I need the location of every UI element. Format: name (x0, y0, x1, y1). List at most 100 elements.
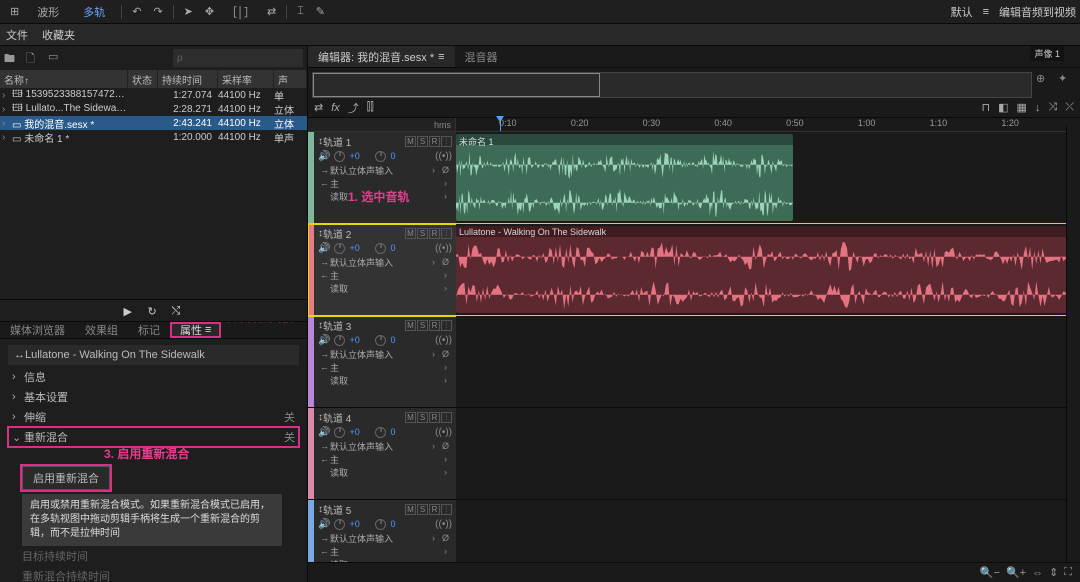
ripple-icon[interactable]: ↓ (1035, 102, 1041, 114)
zoom-out-icon[interactable]: 🔍− (980, 566, 1000, 579)
audio-clip[interactable]: Lullatone - Walking On The Sidewalk (456, 226, 1080, 313)
grid-icon[interactable]: ▦ (1016, 101, 1026, 114)
file-row[interactable]: ›▭ 我的混音.sesx *2:43.24144100 Hz立体 (0, 116, 307, 130)
chevron-icon[interactable]: › (444, 362, 452, 372)
tab-markers[interactable]: 标记 (128, 322, 170, 338)
overview-zoom-icon[interactable]: ⊕ (1036, 72, 1054, 90)
output-select[interactable]: 主 (330, 361, 442, 374)
mode-multitrack[interactable]: 多轨 (71, 2, 117, 22)
track-header[interactable]: ↕ 轨道 5MSR⫶ 🔊+00((•)) →默认立体声输入›Ø ←主› 读取› (314, 500, 456, 562)
zoom-sel-icon[interactable]: ⇕ (1049, 566, 1058, 579)
automation-mode[interactable]: 读取 (330, 558, 442, 563)
track-header[interactable]: ↕ 轨道 2MSR⫶ 🔊+00((•)) →默认立体声输入›Ø ←主› 读取› … (314, 224, 456, 315)
pan-value[interactable]: 0 (390, 243, 412, 253)
redo-icon[interactable]: ↷ (147, 3, 168, 20)
undo-icon[interactable]: ↶ (126, 3, 147, 20)
mute-button[interactable]: M (405, 228, 416, 239)
chevron-icon[interactable]: › (444, 375, 452, 385)
zoom-fit-icon[interactable]: ⇔ (1032, 567, 1043, 579)
folder-icon[interactable]: 🖿 (4, 50, 20, 66)
input-monitor-button[interactable]: ⫶ (441, 136, 452, 147)
new-icon[interactable]: 🗋 (26, 50, 42, 66)
time-ruler[interactable]: 0:100:200:300:400:501:001:101:20 (456, 118, 1080, 131)
mono-icon[interactable]: Ø (442, 533, 452, 543)
input-select[interactable]: 默认立体声输入 (330, 348, 430, 361)
track-header[interactable]: ↕ 轨道 4MSR⫶ 🔊+00((•)) →默认立体声输入›Ø ←主› 读取› (314, 408, 456, 499)
volume-value[interactable]: +0 (349, 151, 371, 161)
crossfade-icon[interactable]: ⤬ (1065, 101, 1074, 114)
track-name[interactable]: 轨道 2 (323, 226, 405, 241)
record-button[interactable]: R (429, 412, 440, 423)
volume-value[interactable]: +0 (349, 243, 371, 253)
track-name[interactable]: 轨道 4 (323, 410, 405, 425)
brush-icon[interactable]: ✎ (310, 3, 331, 20)
record-button[interactable]: R (429, 320, 440, 331)
input-monitor-button[interactable]: ⫶ (441, 504, 452, 515)
play-icon[interactable]: ▶ (124, 305, 136, 317)
send-icon[interactable]: ⤴ (348, 100, 359, 116)
volume-knob[interactable] (334, 427, 345, 438)
workspace-default[interactable]: 默认 (951, 4, 973, 20)
pan-knob[interactable] (375, 243, 386, 254)
eq-icon[interactable]: ⫿⫿ (367, 101, 374, 114)
move-icon[interactable]: ✥ (199, 3, 220, 20)
pan-value[interactable]: 0 (390, 519, 412, 529)
solo-button[interactable]: S (417, 504, 428, 515)
text-icon[interactable]: ⌶ (291, 3, 310, 20)
cursor-icon[interactable]: ➤ (178, 3, 199, 20)
automation-mode[interactable]: 读取 (330, 466, 442, 479)
volume-value[interactable]: +0 (349, 335, 371, 345)
input-select[interactable]: 默认立体声输入 (330, 532, 430, 545)
file-header[interactable]: 名称↑ 状态 持续时间 采样率 声 (0, 70, 307, 88)
enable-remix-button[interactable]: 启用重新混合 (22, 466, 110, 490)
audio-clip[interactable]: 未命名 1 (456, 134, 793, 221)
mono-icon[interactable]: Ø (442, 165, 452, 175)
razor-icon[interactable]: ［│］ (220, 2, 261, 22)
section-basic[interactable]: ›基本设置 (8, 387, 299, 407)
editor-tab-mixer[interactable]: 混音器 (455, 46, 508, 67)
input-select[interactable]: 默认立体声输入 (330, 440, 430, 453)
chevron-icon[interactable]: › (444, 467, 452, 477)
volume-value[interactable]: +0 (349, 519, 371, 529)
record-button[interactable]: R (429, 504, 440, 515)
chevron-icon[interactable]: › (444, 178, 452, 188)
track[interactable]: ↕ 轨道 1MSR⫶ 🔊+00((•)) →默认立体声输入›Ø ←主› 读取› … (308, 132, 1080, 224)
section-remix[interactable]: ⌄重新混合关 (8, 427, 299, 447)
track[interactable]: ↕ 轨道 4MSR⫶ 🔊+00((•)) →默认立体声输入›Ø ←主› 读取› (308, 408, 1080, 500)
pan-knob[interactable] (375, 427, 386, 438)
snap-icon[interactable]: ◧ (998, 101, 1008, 114)
track[interactable]: ↕ 轨道 2MSR⫶ 🔊+00((•)) →默认立体声输入›Ø ←主› 读取› … (308, 224, 1080, 316)
solo-button[interactable]: S (417, 412, 428, 423)
mono-icon[interactable]: Ø (442, 441, 452, 451)
zoom-all-icon[interactable]: ⛶ (1064, 566, 1072, 579)
track-content[interactable]: 未命名 1 (456, 132, 1080, 223)
col-samplerate[interactable]: 采样率 (218, 70, 274, 88)
input-select[interactable]: 默认立体声输入 (330, 256, 430, 269)
volume-knob[interactable] (334, 151, 345, 162)
track-header[interactable]: ↕ 轨道 3MSR⫶ 🔊+00((•)) →默认立体声输入›Ø ←主› 读取› (314, 316, 456, 407)
track[interactable]: ↕ 轨道 5MSR⫶ 🔊+00((•)) →默认立体声输入›Ø ←主› 读取› (308, 500, 1080, 562)
section-info[interactable]: ›信息 (8, 367, 299, 387)
menu-icon[interactable]: ≡ (983, 6, 989, 18)
track-content[interactable] (456, 500, 1080, 562)
pan-value[interactable]: 0 (390, 335, 412, 345)
menu-file[interactable]: 文件 (6, 27, 28, 43)
track-name[interactable]: 轨道 5 (323, 502, 405, 517)
chevron-icon[interactable]: › (432, 257, 440, 267)
tab-media-browser[interactable]: 媒体浏览器 (0, 322, 75, 338)
solo-button[interactable]: S (417, 136, 428, 147)
volume-value[interactable]: +0 (349, 427, 371, 437)
clip-icon[interactable]: ▭ (48, 50, 64, 66)
track-content[interactable] (456, 408, 1080, 499)
automation-mode[interactable]: 读取 (330, 282, 442, 295)
mono-icon[interactable]: Ø (442, 349, 452, 359)
track-content[interactable] (456, 316, 1080, 407)
mute-button[interactable]: M (405, 412, 416, 423)
mute-button[interactable]: M (405, 320, 416, 331)
editor-tab-session[interactable]: 编辑器: 我的混音.sesx * ≡ (308, 46, 455, 67)
record-button[interactable]: R (429, 228, 440, 239)
file-row[interactable]: ›🖽 Lullato...The Sidewalk.mp32:28.271441… (0, 102, 307, 116)
col-duration[interactable]: 持续时间 (158, 70, 218, 88)
menu-favorites[interactable]: 收藏夹 (42, 27, 75, 43)
col-channels[interactable]: 声 (274, 70, 307, 88)
